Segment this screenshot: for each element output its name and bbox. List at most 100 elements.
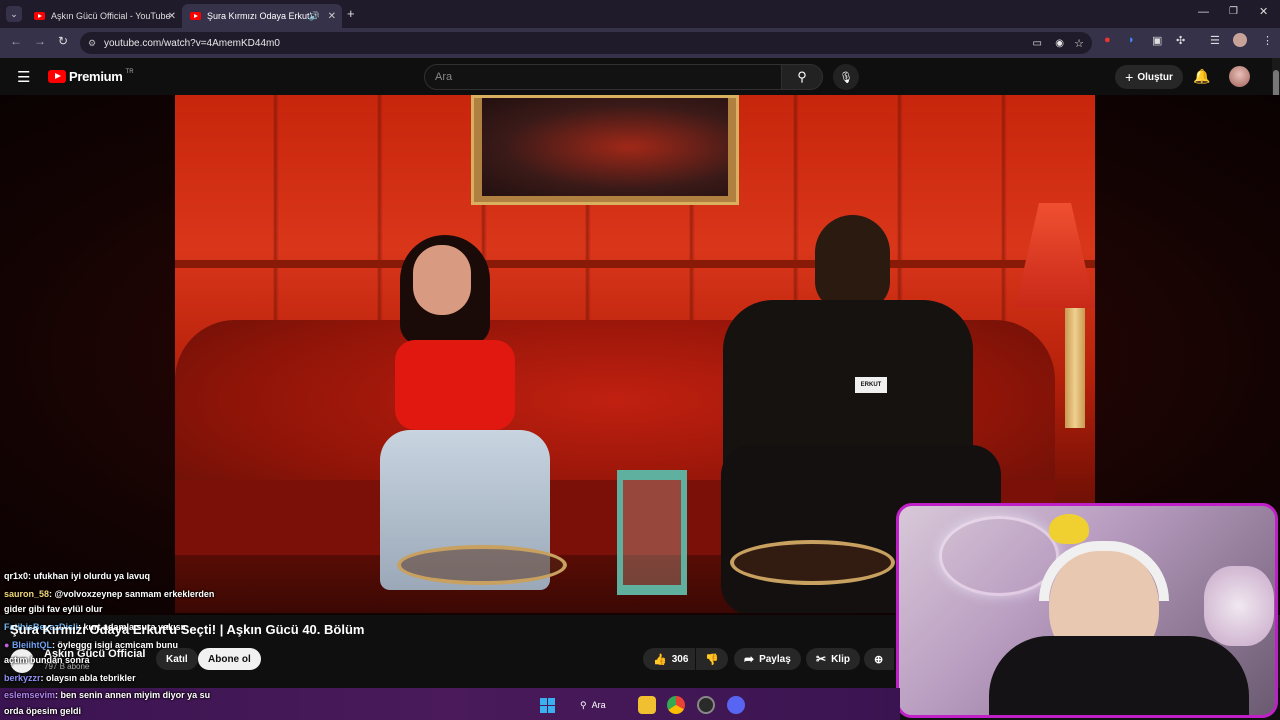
bookmark-star-icon[interactable]: ☆	[1074, 37, 1084, 50]
profile-avatar[interactable]	[1233, 33, 1247, 47]
taskbar-search-label: Ara	[591, 700, 606, 710]
extensions-puzzle-icon[interactable]: ✣	[1176, 34, 1185, 47]
chat-badge-icon: ●	[4, 640, 12, 650]
youtube-play-icon	[48, 70, 66, 83]
chat-message: qr1x0: ufukhan iyi olurdu ya lavuq	[4, 571, 150, 581]
extension-blue-icon[interactable]: ◗	[1128, 34, 1135, 46]
create-button[interactable]: + Oluştur	[1115, 65, 1183, 89]
create-label: Oluştur	[1137, 71, 1173, 83]
chat-text: : ufukhan iyi olurdu ya lavuq	[28, 571, 151, 581]
search-button[interactable]: ⚲	[781, 64, 823, 90]
account-avatar[interactable]	[1229, 66, 1250, 87]
notifications-bell-icon[interactable]: 🔔	[1193, 68, 1210, 85]
framed-painting	[471, 95, 739, 205]
like-count: 306	[671, 653, 689, 665]
chat-text: : @volvoxzeynep sanmam erkeklerden	[49, 589, 215, 599]
subscribe-label: Abone ol	[208, 653, 251, 665]
chat-message: berkyzzr: olaysın abla tebrikler	[4, 673, 136, 683]
voice-search-button[interactable]: 🎙	[833, 64, 859, 90]
discord-icon[interactable]	[727, 696, 745, 714]
audio-icon[interactable]: 🔊	[309, 11, 320, 22]
chat-text: açtım bundan sonra	[4, 655, 90, 665]
chat-message: ● BleiihtQL: öyleggg isigi acmicam bunu	[4, 640, 178, 650]
chat-message: gider gibi fav eylül olur	[4, 604, 103, 614]
glass-table-right	[730, 540, 895, 585]
search-icon: ⚲	[580, 699, 587, 710]
file-explorer-icon[interactable]	[638, 696, 656, 714]
like-button[interactable]: 👍 306	[643, 648, 695, 670]
share-label: Paylaş	[759, 653, 791, 665]
tab-title: Şura Kırmızı Odaya Erkut'u	[207, 11, 317, 21]
plush-toy	[1049, 514, 1089, 544]
extension-icon[interactable]: ▣	[1152, 34, 1162, 47]
streamer-shirt	[989, 636, 1249, 715]
dislike-button[interactable]: 👎	[696, 648, 728, 670]
lamp-base	[1065, 308, 1085, 428]
share-arrow-icon: ➦	[744, 652, 755, 666]
wall-molding	[175, 260, 1095, 268]
cast-icon[interactable]: ▭	[1033, 38, 1042, 49]
eye-off-icon[interactable]: ◉	[1055, 38, 1064, 49]
minimize-button[interactable]: —	[1198, 6, 1209, 18]
microphone-icon: 🎙	[839, 71, 853, 84]
back-arrow-icon[interactable]: ←	[10, 34, 22, 48]
address-bar: ← → ↻ ⚙ youtube.com/watch?v=4AmemKD44m0 …	[0, 28, 1280, 58]
youtube-icon	[34, 12, 45, 20]
search-input[interactable]: Ara	[424, 64, 782, 90]
url-text: youtube.com/watch?v=4AmemKD44m0	[104, 37, 280, 49]
site-info-icon[interactable]: ⚙	[88, 38, 96, 49]
taskbar-search[interactable]: ⚲ Ara	[580, 697, 626, 713]
chat-message: orda öpesim geldi	[4, 706, 81, 716]
obs-icon[interactable]	[697, 696, 715, 714]
chat-text: : ben senin annen miyim diyor ya su	[55, 690, 211, 700]
thanks-button[interactable]: ⊕	[864, 648, 894, 670]
reload-icon[interactable]: ↻	[58, 34, 68, 48]
youtube-icon	[190, 12, 201, 20]
browser-tab-bar: ⌄ Aşkın Gücü Official - YouTube ✕ Şura K…	[0, 0, 1280, 28]
window-close-button[interactable]: ✕	[1259, 5, 1268, 18]
woman-face	[413, 245, 471, 315]
hamburger-menu-icon[interactable]: ☰	[17, 68, 30, 86]
region-code: TR	[125, 68, 134, 75]
chat-text: gider gibi fav eylül olur	[4, 604, 103, 614]
chat-username: eslemsevim	[4, 690, 56, 700]
tab-sura-kirmizi[interactable]: Şura Kırmızı Odaya Erkut'u 🔊 ✕	[182, 4, 342, 28]
restore-button[interactable]: ❐	[1229, 6, 1238, 17]
join-button[interactable]: Katıl	[156, 648, 198, 670]
search-icon: ⚲	[797, 69, 807, 84]
clip-button[interactable]: ✂ Klip	[806, 648, 860, 670]
plush-pile	[1204, 566, 1274, 646]
tab-askin-gucu[interactable]: Aşkın Gücü Official - YouTube ✕	[26, 4, 182, 28]
thumbs-up-icon: 👍	[653, 653, 667, 666]
streamer-webcam	[896, 503, 1278, 718]
thanks-icon: ⊕	[874, 653, 884, 666]
subscribe-button[interactable]: Abone ol	[198, 648, 261, 670]
chat-username: BleiihtQL	[11, 640, 52, 650]
clip-label: Klip	[831, 653, 850, 665]
plus-icon: +	[1125, 69, 1134, 85]
youtube-logo[interactable]: Premium TR	[48, 69, 134, 84]
close-tab-icon[interactable]: ✕	[328, 11, 336, 22]
close-tab-icon[interactable]: ✕	[168, 11, 176, 22]
join-label: Katıl	[166, 653, 188, 665]
reading-list-icon[interactable]: ☰	[1210, 34, 1220, 47]
menu-kebab-icon[interactable]: ⋮	[1262, 34, 1273, 47]
chat-message: eslemsevim: ben senin annen miyim diyor …	[4, 690, 210, 700]
tab-list-button[interactable]: ⌄	[6, 6, 22, 22]
name-tag: ERKUT	[855, 377, 887, 393]
new-tab-button[interactable]: +	[347, 6, 355, 21]
glass-table-left	[397, 545, 567, 585]
windows-start-icon[interactable]	[538, 696, 556, 714]
woman-top	[395, 340, 515, 430]
chrome-icon[interactable]	[667, 696, 685, 714]
chat-username: sauron_58	[4, 589, 50, 599]
tab-title: Aşkın Gücü Official - YouTube	[51, 11, 171, 21]
chat-text: orda öpesim geldi	[4, 706, 82, 716]
chat-username: berkyzzr	[4, 673, 41, 683]
forward-arrow-icon[interactable]: →	[34, 34, 46, 48]
extension-red-icon[interactable]: ●	[1104, 34, 1111, 46]
video-title: Şura Kırmızı Odaya Erkut'u Seçti! | Aşkı…	[10, 622, 365, 637]
url-field[interactable]: ⚙ youtube.com/watch?v=4AmemKD44m0 ▭ ◉ ☆	[80, 32, 1092, 54]
share-button[interactable]: ➦ Paylaş	[734, 648, 801, 670]
chat-message: açtım bundan sonra	[4, 655, 90, 665]
